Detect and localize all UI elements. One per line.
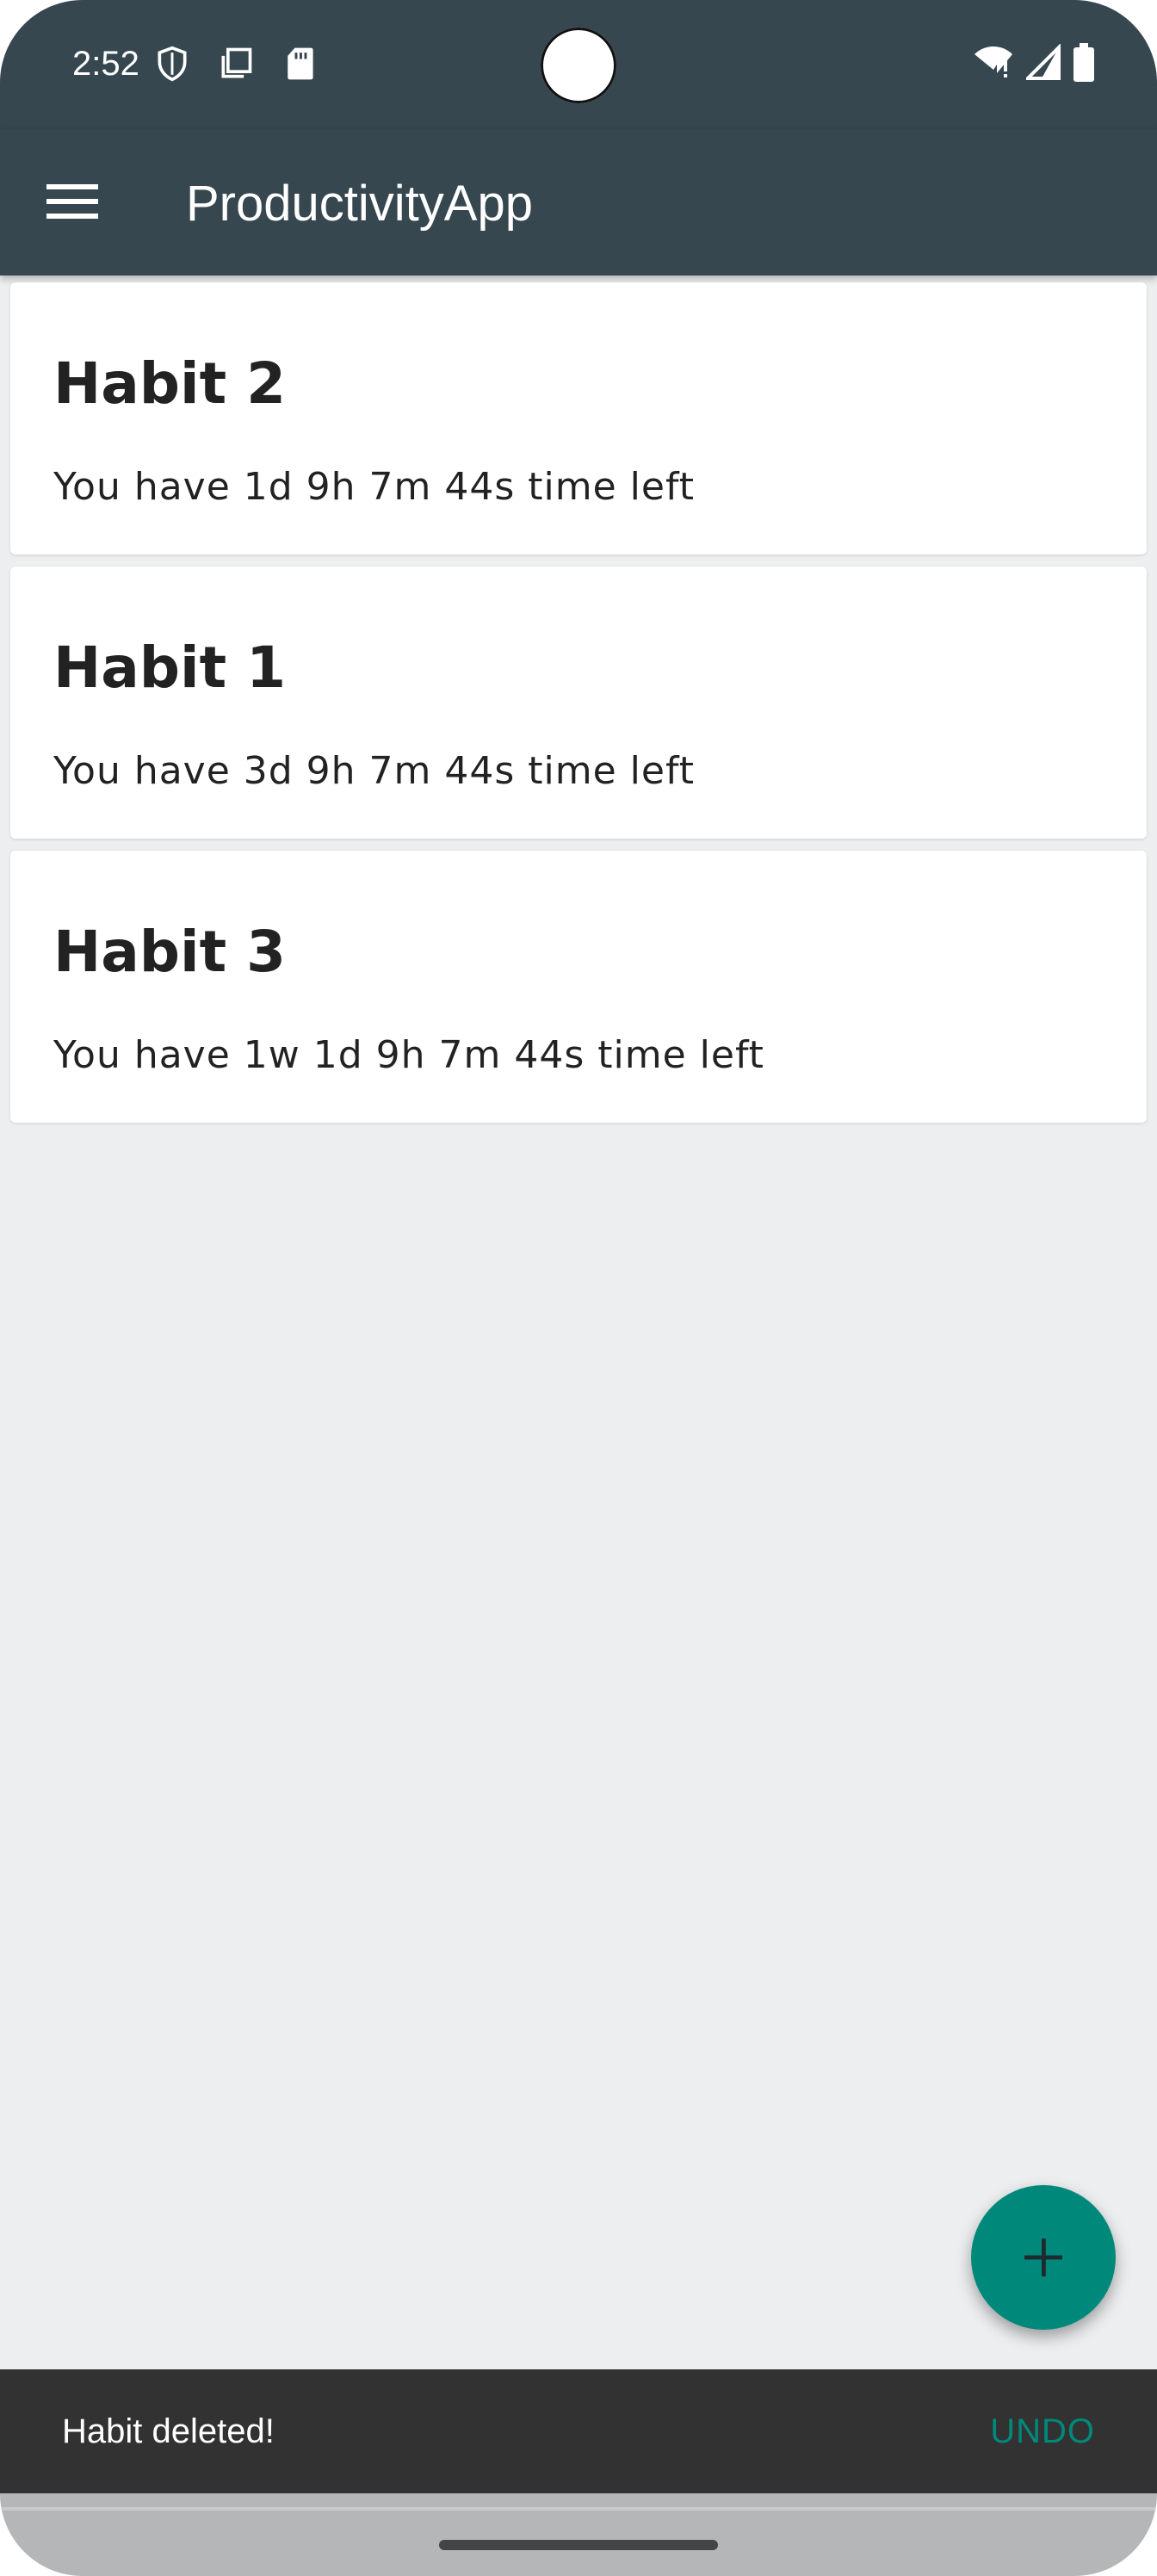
- undo-button[interactable]: UNDO: [990, 2409, 1095, 2454]
- habit-time-left: You have 1d 9h 7m 44s time left: [53, 465, 695, 509]
- snackbar: Habit deleted! UNDO: [0, 2369, 1157, 2493]
- app-bar: ProductivityApp: [0, 129, 1157, 276]
- status-bar: 2:52: [0, 0, 1157, 129]
- status-system-icons: [973, 43, 1095, 83]
- shield-icon: [158, 46, 187, 82]
- device-screen: 2:52 ProductivityApp Habit 2 You have 1d…: [0, 0, 1157, 2576]
- habit-list: Habit 2 You have 1d 9h 7m 44s time left …: [10, 282, 1147, 1135]
- hamburger-menu-icon: [46, 184, 98, 219]
- navigation-menu-button[interactable]: [34, 164, 110, 239]
- screenshot-icon: [221, 47, 252, 78]
- add-habit-button[interactable]: [971, 2185, 1116, 2330]
- system-navigation-bar: [0, 2493, 1157, 2576]
- signal-icon: [1026, 44, 1061, 80]
- battery-icon: [1073, 43, 1094, 82]
- status-time: 2:52: [72, 45, 139, 83]
- habit-time-left: You have 3d 9h 7m 44s time left: [53, 749, 695, 793]
- habit-name: Habit 3: [53, 919, 287, 985]
- wifi-icon: [974, 46, 1012, 77]
- plus-icon: [1024, 2239, 1062, 2276]
- habit-name: Habit 2: [53, 350, 287, 417]
- habit-card[interactable]: Habit 1 You have 3d 9h 7m 44s time left: [10, 567, 1147, 839]
- home-gesture-handle[interactable]: [439, 2540, 718, 2550]
- app-title: ProductivityApp: [186, 176, 533, 232]
- status-notification-icons: [153, 45, 319, 83]
- sd-card-icon: [288, 47, 313, 80]
- camera-cutout: [541, 28, 616, 103]
- habit-name: Habit 1: [53, 635, 287, 701]
- habit-card[interactable]: Habit 2 You have 1d 9h 7m 44s time left: [10, 282, 1147, 554]
- habit-card[interactable]: Habit 3 You have 1w 1d 9h 7m 44s time le…: [10, 851, 1147, 1123]
- snackbar-message: Habit deleted!: [62, 2412, 275, 2450]
- habit-time-left: You have 1w 1d 9h 7m 44s time left: [53, 1033, 764, 1077]
- nav-divider: [0, 2507, 1157, 2511]
